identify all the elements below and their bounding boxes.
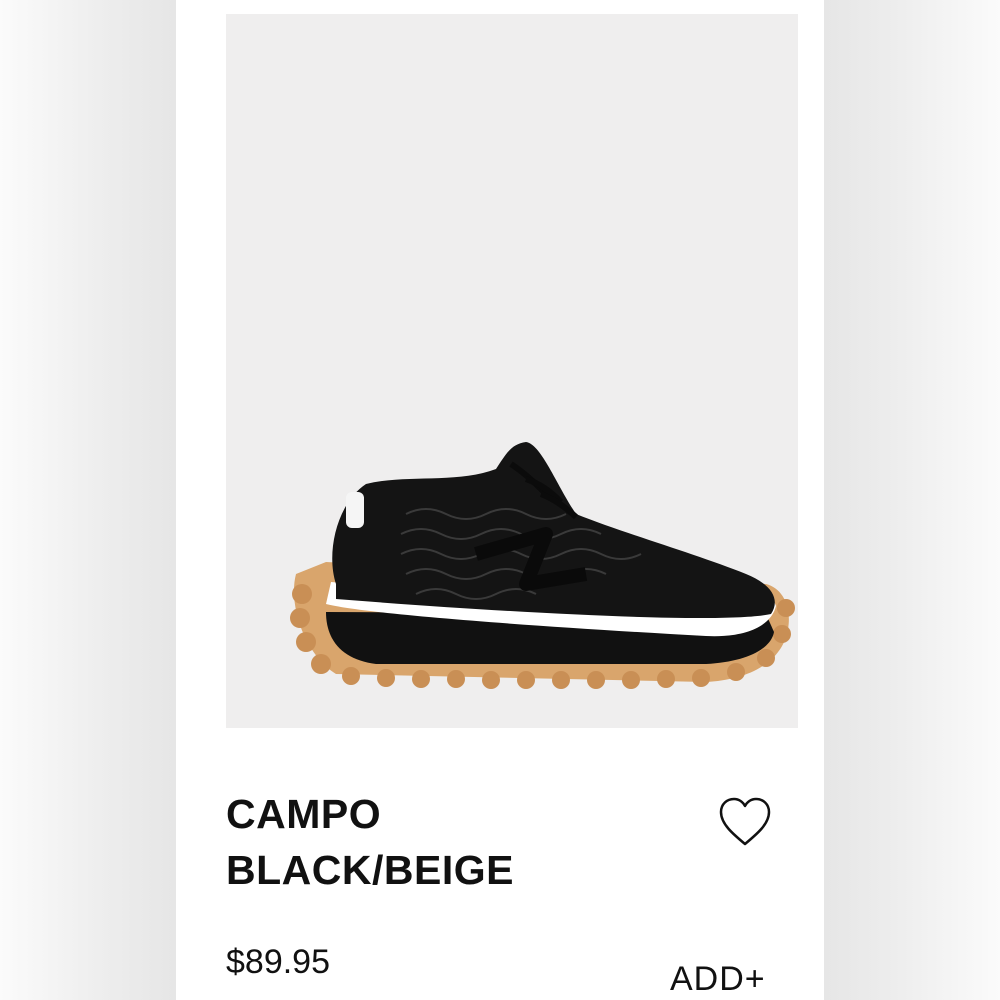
add-to-cart-button[interactable]: ADD+ [670, 960, 766, 999]
product-title: CAMPO BLACK/BEIGE [226, 786, 656, 898]
product-name: CAMPO [226, 791, 382, 837]
wishlist-button[interactable] [713, 792, 777, 852]
product-card[interactable]: CAMPO BLACK/BEIGE $89.95 ADD+ [176, 0, 824, 1000]
sneaker-upper [332, 442, 775, 619]
heart-outline-icon [719, 797, 771, 846]
product-image[interactable] [226, 14, 798, 728]
product-color: BLACK/BEIGE [226, 847, 514, 893]
backdrop-right [824, 0, 1000, 1000]
product-price: $89.95 [226, 943, 330, 981]
backdrop-left [0, 0, 176, 1000]
sneaker-illustration [290, 442, 795, 689]
